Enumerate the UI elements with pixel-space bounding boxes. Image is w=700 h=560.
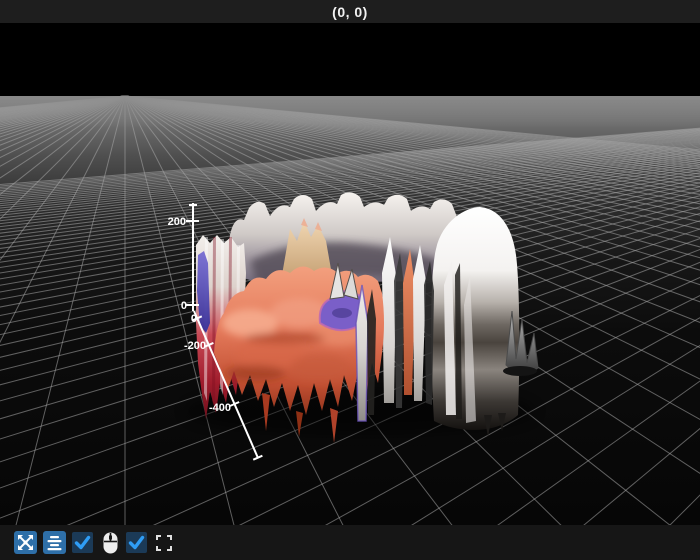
- window-title: (0, 0): [332, 3, 368, 20]
- mouse-icon: [103, 532, 117, 553]
- white-dome: [431, 207, 520, 431]
- axis-label-200: 200: [168, 216, 186, 228]
- fullscreen-toggle-checkbox[interactable]: [126, 532, 147, 553]
- app-window: (0, 0) 200 0 0 -200 -400: [0, 0, 700, 560]
- mouse-toggle-checkbox[interactable]: [72, 532, 93, 553]
- align-center-button[interactable]: [43, 531, 66, 554]
- align-bars-icon: [47, 536, 62, 551]
- scene-canvas[interactable]: 200 0 0 -200 -400: [0, 23, 700, 560]
- axis-label-m200: -200: [184, 340, 206, 352]
- axis-label-m400: -400: [209, 402, 231, 414]
- reset-camera-button[interactable]: [14, 531, 37, 554]
- mouse-indicator[interactable]: [100, 531, 120, 555]
- checkmark-icon: [128, 535, 145, 550]
- fullscreen-corners-icon: [156, 534, 172, 551]
- horizon-haze: [0, 96, 700, 128]
- claw-base-shadow: [503, 366, 537, 376]
- four-arrows-icon: [18, 535, 33, 550]
- title-bar: (0, 0): [0, 0, 700, 24]
- checkmark-icon: [74, 535, 91, 550]
- axis-label-z0: 0: [181, 300, 187, 312]
- bottom-toolbar: [0, 525, 700, 560]
- sky: [0, 23, 700, 96]
- 3d-viewport[interactable]: 200 0 0 -200 -400: [0, 23, 700, 560]
- fullscreen-button[interactable]: [154, 531, 174, 555]
- axis-label-d0: 0: [191, 313, 197, 325]
- surface-plot[interactable]: [185, 192, 539, 443]
- violet-patch-core: [332, 308, 352, 318]
